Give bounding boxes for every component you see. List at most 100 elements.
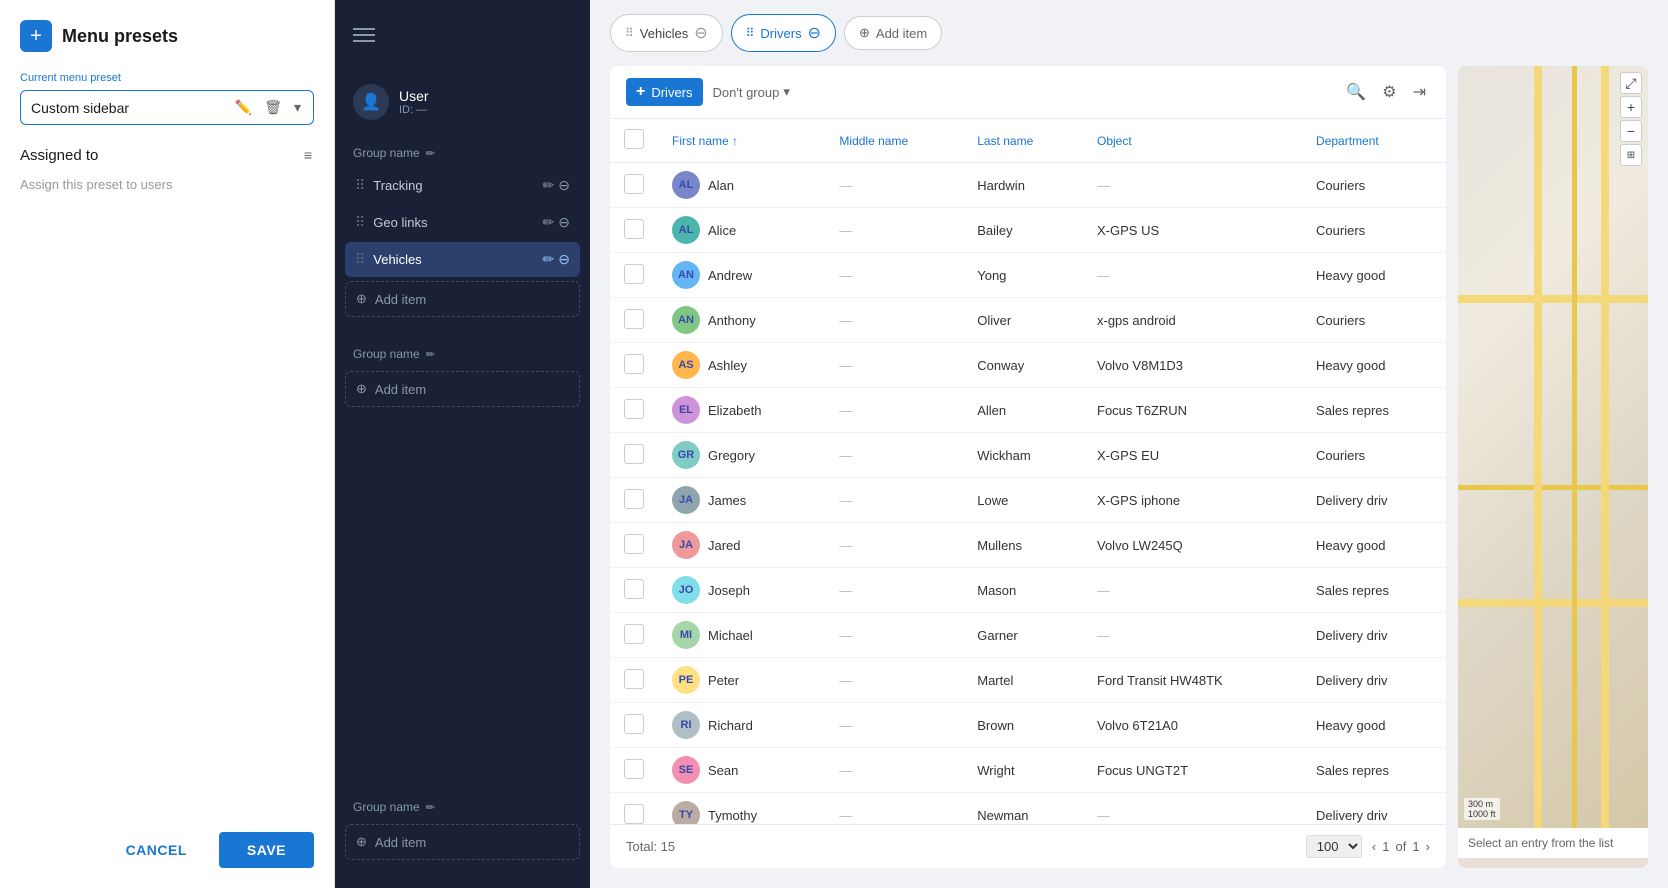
remove-tab-vehicles-icon[interactable]: ⊖: [694, 23, 707, 43]
remove-item-icon[interactable]: ⊖: [558, 214, 570, 231]
table-row[interactable]: AN Anthony — Oliver x-gps android Courie…: [610, 298, 1446, 343]
table-row[interactable]: PE Peter — Martel Ford Transit HW48TK De…: [610, 658, 1446, 703]
sidebar-item-vehicles[interactable]: ⠿ Vehicles ✏ ⊖: [345, 242, 580, 277]
edit-item-icon[interactable]: ✏: [543, 214, 555, 231]
user-row: 👤 User ID: —: [335, 74, 590, 130]
search-button[interactable]: 🔍: [1342, 78, 1370, 106]
remove-tab-drivers-icon[interactable]: ⊖: [808, 23, 821, 43]
row-checkbox[interactable]: [624, 804, 644, 824]
expand-button[interactable]: ⇥: [1409, 78, 1430, 106]
table-row[interactable]: AL Alice — Bailey X-GPS US Couriers: [610, 208, 1446, 253]
left-panel: + Menu presets Current menu preset Custo…: [0, 0, 335, 888]
table-row[interactable]: AS Ashley — Conway Volvo V8M1D3 Heavy go…: [610, 343, 1446, 388]
fullscreen-map-button[interactable]: ⤢: [1620, 72, 1642, 94]
row-checkbox-cell[interactable]: [610, 523, 658, 568]
remove-item-icon[interactable]: ⊖: [558, 251, 570, 268]
row-checkbox[interactable]: [624, 489, 644, 509]
table-row[interactable]: JA James — Lowe X-GPS iphone Delivery dr…: [610, 478, 1446, 523]
row-checkbox-cell[interactable]: [610, 343, 658, 388]
row-checkbox[interactable]: [624, 264, 644, 284]
first-name-header[interactable]: First name ↑: [658, 119, 825, 163]
add-item-group-2-button[interactable]: ⊕ Add item: [345, 371, 580, 407]
row-checkbox-cell[interactable]: [610, 478, 658, 523]
tab-vehicles[interactable]: ⠿ Vehicles ⊖: [610, 14, 723, 52]
layers-button[interactable]: ⊞: [1620, 144, 1642, 166]
table-row[interactable]: GR Gregory — Wickham X-GPS EU Couriers: [610, 433, 1446, 478]
table-row[interactable]: SE Sean — Wright Focus UNGT2T Sales repr…: [610, 748, 1446, 793]
row-checkbox[interactable]: [624, 444, 644, 464]
row-checkbox[interactable]: [624, 669, 644, 689]
edit-group-2-icon[interactable]: ✏: [426, 348, 435, 361]
save-button[interactable]: SAVE: [219, 832, 314, 868]
add-tab-button[interactable]: ⊕ Add item: [844, 16, 942, 50]
table-row[interactable]: AN Andrew — Yong — Heavy good: [610, 253, 1446, 298]
row-checkbox[interactable]: [624, 399, 644, 419]
dark-sidebar: 👤 User ID: — Group name ✏ ⠿ Tracking ✏ ⊖…: [335, 0, 590, 888]
table-row[interactable]: JA Jared — Mullens Volvo LW245Q Heavy go…: [610, 523, 1446, 568]
row-checkbox-cell[interactable]: [610, 658, 658, 703]
row-checkbox-cell[interactable]: [610, 433, 658, 478]
edit-group-3-icon[interactable]: ✏: [426, 801, 435, 814]
add-preset-button[interactable]: +: [20, 20, 52, 52]
zoom-in-button[interactable]: +: [1620, 96, 1642, 118]
table-row[interactable]: RI Richard — Brown Volvo 6T21A0 Heavy go…: [610, 703, 1446, 748]
middle-name-cell: —: [825, 568, 963, 613]
row-checkbox[interactable]: [624, 579, 644, 599]
object-cell: Focus UNGT2T: [1083, 748, 1302, 793]
tab-drivers[interactable]: ⠿ Drivers ⊖: [731, 14, 836, 52]
add-item-group-1-button[interactable]: ⊕ Add item: [345, 281, 580, 317]
remove-item-icon[interactable]: ⊖: [558, 177, 570, 194]
table-row[interactable]: AL Alan — Hardwin — Couriers: [610, 163, 1446, 208]
row-checkbox[interactable]: [624, 219, 644, 239]
hamburger-menu[interactable]: [335, 16, 590, 54]
edit-group-1-icon[interactable]: ✏: [426, 147, 435, 160]
row-checkbox-cell[interactable]: [610, 703, 658, 748]
row-checkbox[interactable]: [624, 354, 644, 374]
row-checkbox[interactable]: [624, 174, 644, 194]
sidebar-item-geo-links[interactable]: ⠿ Geo links ✏ ⊖: [345, 205, 580, 240]
drivers-title-button[interactable]: + Drivers: [626, 78, 703, 106]
table-row[interactable]: TY Tymothy — Newman — Delivery driv: [610, 793, 1446, 825]
delete-preset-button[interactable]: 🗑: [262, 97, 284, 118]
drag-icon: ⠿: [355, 251, 365, 268]
table-row[interactable]: JO Joseph — Mason — Sales repres: [610, 568, 1446, 613]
next-page-button[interactable]: ›: [1426, 839, 1430, 854]
dont-group-dropdown[interactable]: Don't group ▾: [713, 84, 790, 100]
table-row[interactable]: EL Elizabeth — Allen Focus T6ZRUN Sales …: [610, 388, 1446, 433]
settings-button[interactable]: ⚙: [1378, 78, 1400, 106]
row-checkbox-cell[interactable]: [610, 613, 658, 658]
row-checkbox-cell[interactable]: [610, 748, 658, 793]
cancel-button[interactable]: CANCEL: [106, 832, 207, 868]
row-checkbox[interactable]: [624, 624, 644, 644]
assigned-action-button[interactable]: ≡: [302, 145, 314, 165]
row-checkbox-cell[interactable]: [610, 793, 658, 825]
select-all-checkbox[interactable]: [624, 129, 644, 149]
first-name-value: Anthony: [708, 313, 756, 328]
table-row[interactable]: MI Michael — Garner — Delivery driv: [610, 613, 1446, 658]
row-checkbox[interactable]: [624, 759, 644, 779]
row-checkbox[interactable]: [624, 714, 644, 734]
sidebar-item-tracking[interactable]: ⠿ Tracking ✏ ⊖: [345, 168, 580, 203]
select-all-header[interactable]: [610, 119, 658, 163]
page-size-select[interactable]: 100 50 25: [1306, 835, 1362, 858]
prev-page-button[interactable]: ‹: [1372, 839, 1376, 854]
sidebar-item-actions: ✏ ⊖: [543, 177, 570, 194]
drivers-title-label: Drivers: [651, 85, 692, 100]
row-checkbox-cell[interactable]: [610, 163, 658, 208]
plus-icon: ⊕: [859, 25, 870, 41]
edit-item-icon[interactable]: ✏: [543, 177, 555, 194]
dropdown-preset-button[interactable]: ▾: [292, 97, 303, 118]
row-checkbox-cell[interactable]: [610, 298, 658, 343]
edit-item-icon[interactable]: ✏: [543, 251, 555, 268]
row-checkbox-cell[interactable]: [610, 568, 658, 613]
row-checkbox[interactable]: [624, 534, 644, 554]
edit-preset-button[interactable]: ✏️: [233, 97, 254, 118]
row-checkbox-cell[interactable]: [610, 253, 658, 298]
row-checkbox-cell[interactable]: [610, 208, 658, 253]
row-checkbox[interactable]: [624, 309, 644, 329]
zoom-out-button[interactable]: −: [1620, 120, 1642, 142]
map-scale: 300 m1000 ft: [1464, 798, 1500, 820]
add-item-group-3-button[interactable]: ⊕ Add item: [345, 824, 580, 860]
row-checkbox-cell[interactable]: [610, 388, 658, 433]
sidebar-item-vehicles-label: Vehicles: [373, 252, 534, 267]
